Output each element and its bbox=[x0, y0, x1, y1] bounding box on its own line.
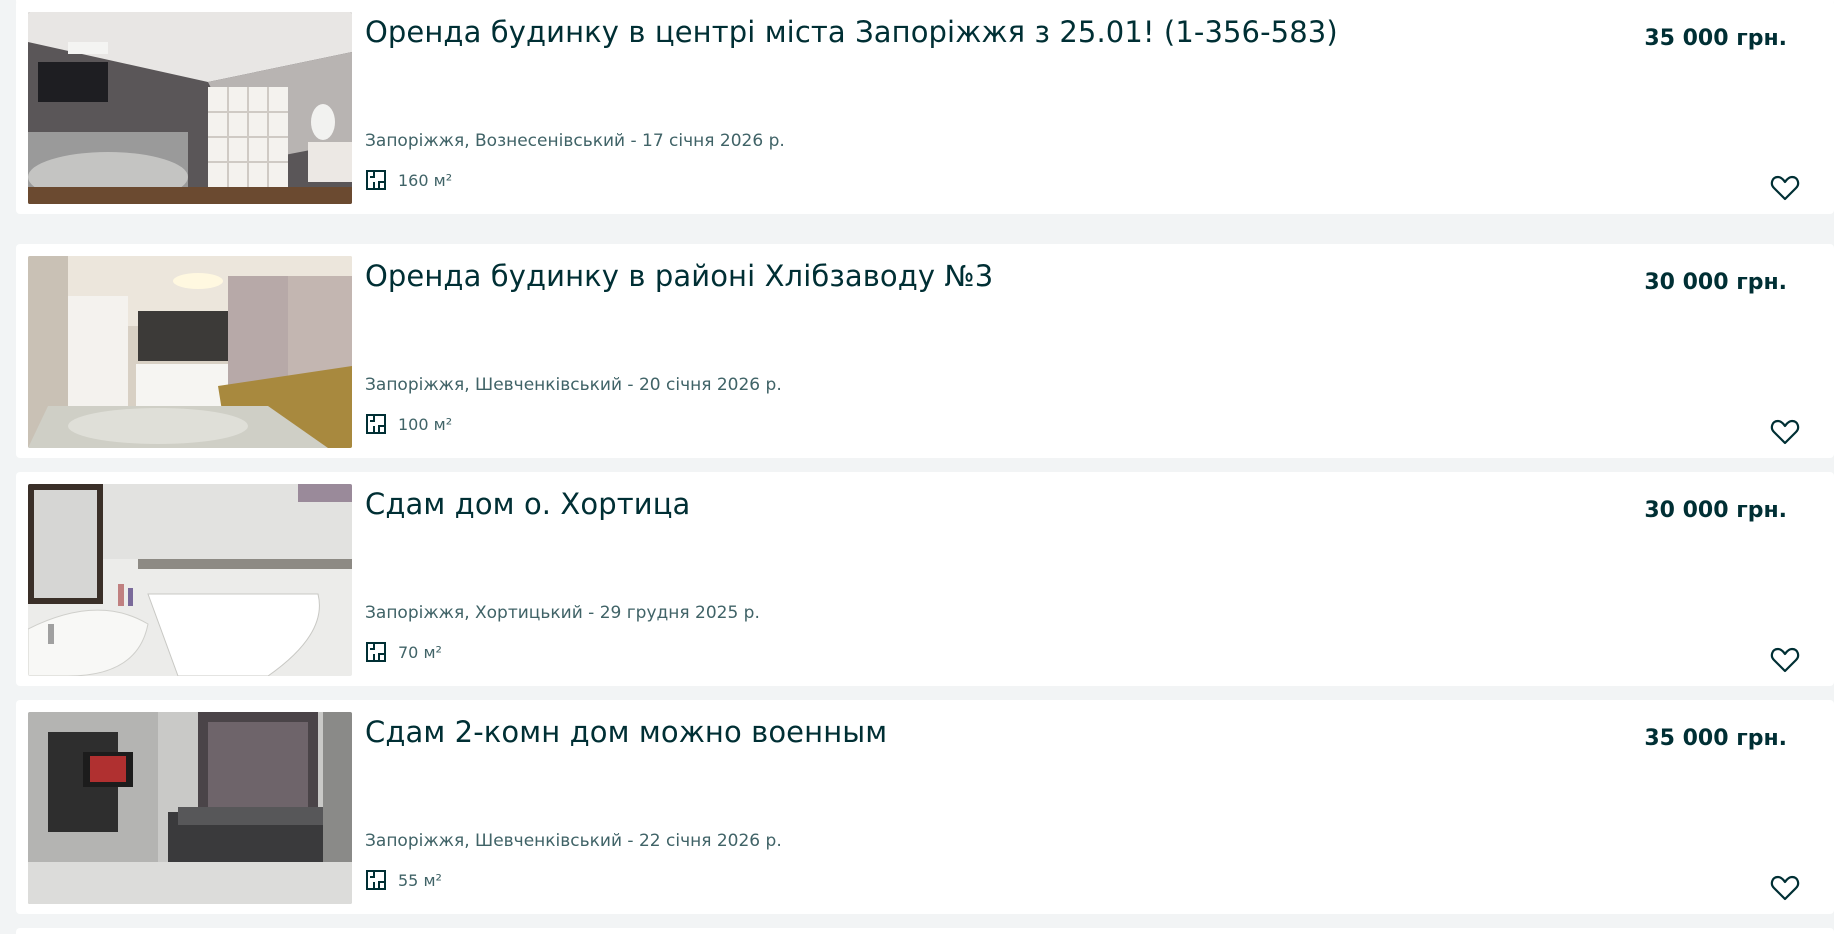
listing-card[interactable]: Сдам 2-комн дом можно военным 35 000 грн… bbox=[16, 700, 1834, 914]
listing-photo[interactable] bbox=[28, 712, 352, 904]
listing-location-date: Запоріжжя, Вознесенівський - 17 січня 20… bbox=[365, 131, 785, 151]
listing-card[interactable]: Оренда будинку в центрі міста Запоріжжя … bbox=[16, 0, 1834, 214]
next-listing-card-edge bbox=[16, 928, 1834, 934]
heart-outline-icon bbox=[1770, 875, 1800, 901]
listing-card[interactable]: Сдам дом о. Хортица 30 000 грн. Запоріжж… bbox=[16, 472, 1834, 686]
listing-area: 70 м² bbox=[365, 641, 442, 663]
listing-title[interactable]: Оренда будинку в центрі міста Запоріжжя … bbox=[365, 14, 1338, 50]
heart-outline-icon bbox=[1770, 647, 1800, 673]
listing-photo[interactable] bbox=[28, 256, 352, 448]
favorite-button[interactable] bbox=[1770, 646, 1800, 674]
listing-location-date: Запоріжжя, Шевченківський - 20 січня 202… bbox=[365, 375, 782, 395]
favorite-button[interactable] bbox=[1770, 418, 1800, 446]
listing-photo[interactable] bbox=[28, 12, 352, 204]
listing-area-value: 70 м² bbox=[398, 642, 442, 662]
listing-price: 35 000 грн. bbox=[1644, 26, 1787, 51]
listing-price: 35 000 грн. bbox=[1644, 726, 1787, 751]
listing-area: 100 м² bbox=[365, 413, 452, 435]
floor-plan-icon bbox=[365, 413, 387, 435]
listing-location-date: Запоріжжя, Хортицький - 29 грудня 2025 р… bbox=[365, 603, 760, 623]
listing-area-value: 55 м² bbox=[398, 870, 442, 890]
floor-plan-icon bbox=[365, 169, 387, 191]
favorite-button[interactable] bbox=[1770, 174, 1800, 202]
listing-title[interactable]: Оренда будинку в районі Хлібзаводу №3 bbox=[365, 258, 993, 294]
listing-area-value: 160 м² bbox=[398, 170, 453, 190]
listing-area: 160 м² bbox=[365, 169, 452, 191]
listing-card[interactable]: Оренда будинку в районі Хлібзаводу №3 30… bbox=[16, 244, 1834, 458]
listing-location-date: Запоріжжя, Шевченківський - 22 січня 202… bbox=[365, 831, 782, 851]
listing-area: 55 м² bbox=[365, 869, 442, 891]
listing-area-value: 100 м² bbox=[398, 414, 453, 434]
listing-price: 30 000 грн. bbox=[1644, 270, 1787, 295]
favorite-button[interactable] bbox=[1770, 874, 1800, 902]
heart-outline-icon bbox=[1770, 419, 1800, 445]
heart-outline-icon bbox=[1770, 175, 1800, 201]
floor-plan-icon bbox=[365, 641, 387, 663]
floor-plan-icon bbox=[365, 869, 387, 891]
listing-price: 30 000 грн. bbox=[1644, 498, 1787, 523]
listing-title[interactable]: Сдам 2-комн дом можно военным bbox=[365, 714, 887, 750]
listing-photo[interactable] bbox=[28, 484, 352, 676]
listing-title[interactable]: Сдам дом о. Хортица bbox=[365, 486, 690, 522]
